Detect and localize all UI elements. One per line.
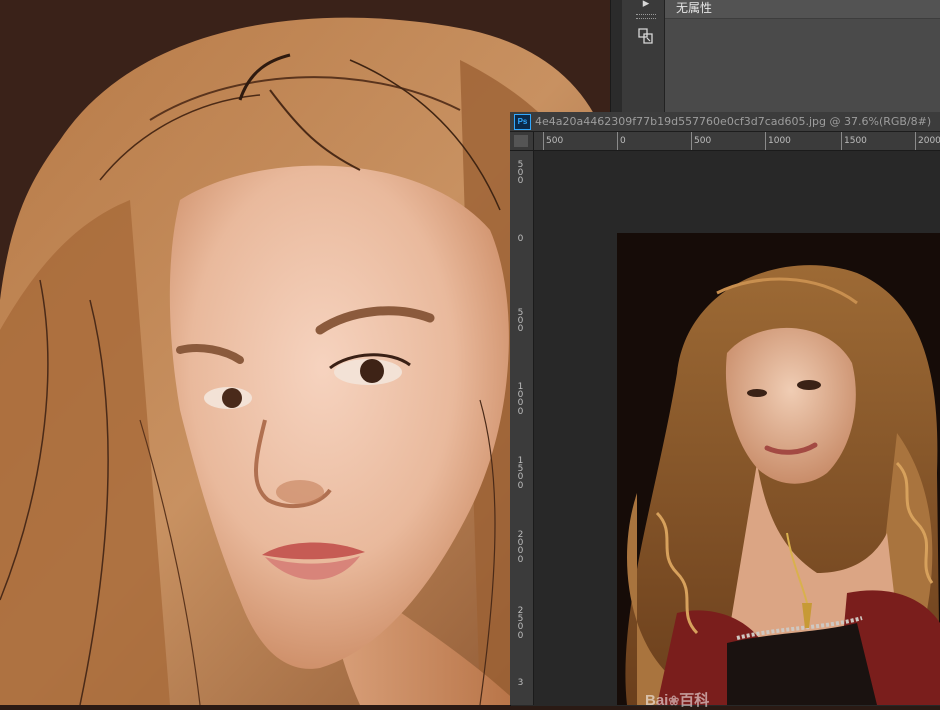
- v-ruler-label: 500: [517, 308, 524, 335]
- h-ruler-label: 1500: [844, 136, 867, 146]
- h-ruler-label: 2000: [918, 136, 940, 146]
- h-ruler-tick: [617, 132, 618, 150]
- h-ruler-tick: [765, 132, 766, 150]
- ruler-origin-icon: [514, 135, 528, 147]
- v-ruler-label: 3: [517, 678, 524, 688]
- h-ruler-label: 0: [620, 136, 626, 146]
- h-ruler-tick: [691, 132, 692, 150]
- v-ruler-label: 500: [517, 160, 524, 187]
- v-ruler-label: 1500: [517, 456, 524, 491]
- baidu-watermark: Bai❀百科: [645, 689, 709, 710]
- photoshop-logo-icon: Ps: [514, 114, 531, 130]
- paw-icon: ❀: [668, 693, 680, 708]
- v-ruler-label: 2000: [517, 530, 524, 565]
- watermark-brand: Bai: [645, 692, 669, 709]
- horizontal-ruler[interactable]: 500 0 500 1000 1500 2000: [534, 132, 940, 151]
- v-ruler-label: 1000: [517, 382, 524, 417]
- reference-photo: [617, 233, 940, 705]
- h-ruler-label: 500: [546, 136, 564, 146]
- arrow-tool-icon[interactable]: ▸: [634, 0, 658, 14]
- h-ruler-label: 1000: [768, 136, 791, 146]
- paragraph-style-icon[interactable]: [634, 26, 658, 46]
- v-ruler-label: 0: [517, 234, 524, 244]
- panel-grip-handle[interactable]: [636, 14, 656, 19]
- h-ruler-label: 500: [694, 136, 712, 146]
- h-ruler-tick: [915, 132, 916, 150]
- h-ruler-tick: [841, 132, 842, 150]
- watermark-brand-suffix: 百科: [679, 692, 710, 709]
- no-properties-label: 无属性: [676, 1, 713, 15]
- v-ruler-label: 2500: [517, 606, 524, 641]
- h-ruler-tick: [543, 132, 544, 150]
- document-title: 4e4a20a4462309f77b19d557760e0cf3d7cad605…: [535, 115, 932, 128]
- vertical-ruler[interactable]: 500 0 500 1000 1500 2000 2500 3: [510, 151, 534, 705]
